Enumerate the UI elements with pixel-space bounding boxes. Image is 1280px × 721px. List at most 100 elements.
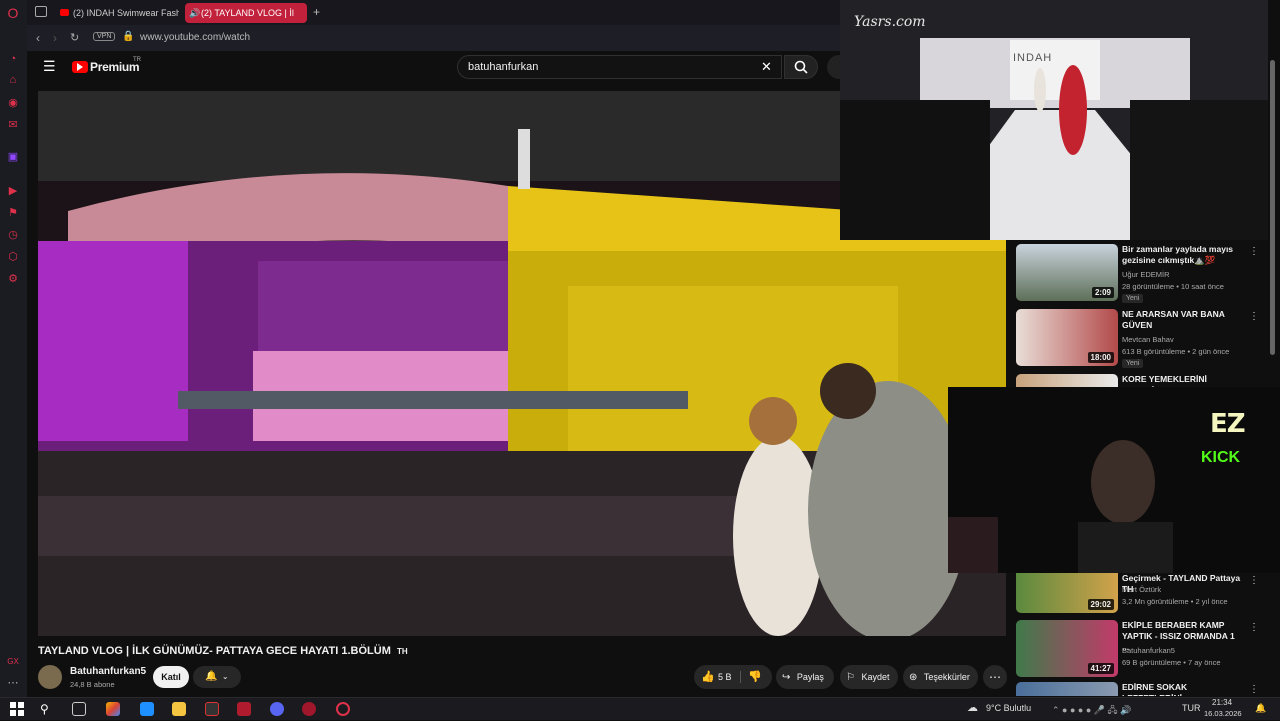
share-icon: ↪ [782, 672, 791, 683]
suggestion-channel[interactable]: Batuhanfurkan5 [1122, 646, 1252, 656]
language-indicator[interactable]: TUR [1182, 703, 1201, 713]
suggestion-channel[interactable]: Uğur EDEMİR [1122, 270, 1252, 280]
weather-icon: ☁ [967, 702, 978, 714]
more-icon[interactable]: ⋯ [6, 676, 20, 690]
suggestion-title[interactable]: Bir zamanlar yaylada mayıs gezisine cıkm… [1122, 244, 1244, 266]
clear-search-icon[interactable]: ✕ [761, 56, 772, 78]
channel-avatar[interactable] [38, 665, 62, 689]
stream-app-icon[interactable] [205, 702, 219, 716]
runway-watermark: Yasrs.com [854, 14, 926, 30]
suggestion-thumbnail[interactable] [1016, 682, 1118, 696]
bag-icon[interactable]: ⌂ [6, 73, 20, 87]
suggestion-title[interactable]: EDİRNE SOKAK LEZZETLERİNİ [1122, 682, 1244, 696]
more-actions-button[interactable]: ⋯ [983, 665, 1007, 689]
share-button[interactable]: ↪ Paylaş [776, 665, 834, 689]
suggestion-thumbnail[interactable]: 29:02 [1016, 573, 1118, 613]
task-view-icon[interactable] [72, 702, 86, 716]
suggestion-title[interactable]: NE ARARSAN VAR BANA GÜVEN [1122, 309, 1244, 331]
more-options-icon[interactable]: ⋮ [1249, 246, 1259, 257]
suggestion-stats: 69 B görüntüleme • 7 ay önce [1122, 658, 1221, 667]
reload-icon[interactable]: ↻ [70, 31, 79, 44]
history-icon[interactable]: ◷ [6, 228, 20, 242]
page-scrollbar[interactable] [1270, 60, 1275, 355]
suggestion-thumbnail[interactable]: 41:27 [1016, 620, 1118, 677]
youtube-logo-icon[interactable] [72, 61, 88, 73]
address-bar: ‹ › ↻ VPN 🔒 www.youtube.com/watch [27, 25, 840, 51]
suggestion-stats: 3,2 Mn görüntüleme • 2 yıl önce [1122, 597, 1228, 606]
back-icon[interactable]: ‹ [36, 31, 40, 45]
save-button[interactable]: ⚐ Kaydet [840, 665, 898, 689]
suggestion-item[interactable]: EDİRNE SOKAK LEZZETLERİNİ ⋮ [1016, 682, 1266, 696]
suggestion-thumbnail[interactable] [1016, 374, 1118, 387]
more-options-icon[interactable]: ⋮ [1249, 311, 1259, 322]
tab-indah[interactable]: (2) INDAH Swimwear Fash [57, 3, 179, 23]
play-triangle-icon [77, 63, 83, 71]
opera-icon[interactable] [336, 702, 350, 716]
weather-text[interactable]: 9°C Bulutlu [986, 703, 1031, 713]
player-icon[interactable]: ▶ [6, 184, 20, 198]
search-button[interactable] [784, 55, 818, 79]
subscriber-count: 24,8 B abone [70, 680, 115, 689]
like-dislike-group: 👍 5 B 👎 [694, 665, 772, 689]
tab-label: (2) TAYLAND VLOG | İl [201, 8, 294, 18]
more-options-icon[interactable]: ⋮ [1249, 622, 1259, 633]
settings-icon[interactable]: ⚙ [6, 272, 20, 286]
bookmark-icon[interactable]: ⚑ [6, 206, 20, 220]
clock-date[interactable]: 16.03.2026 [1204, 709, 1242, 718]
search-taskbar-icon[interactable]: ⚲ [40, 702, 54, 716]
subscribed-notification-button[interactable]: 🔔 ⌄ [193, 666, 241, 688]
opera-sidebar: O ◔ ⌂ ◉ ✉ ▣ ▶ ⚑ ◷ ⬡ ⚙ GX ⋯ [0, 0, 27, 697]
opera-gx-icon[interactable] [302, 702, 316, 716]
suggestion-item[interactable]: 18:00 NE ARARSAN VAR BANA GÜVEN Mevtcan … [1016, 309, 1266, 371]
new-tab-button[interactable]: + [313, 5, 320, 19]
tab-label: (2) INDAH Swimwear Fash [73, 8, 179, 18]
tray-icons[interactable]: ⌃ ● ● ● ● 🎤 🖧 🔊 [1052, 703, 1131, 719]
suggestion-channel[interactable]: Mert Öztürk [1122, 585, 1252, 595]
chevron-down-icon: ⌄ [221, 672, 229, 681]
join-button[interactable]: Katıl [153, 666, 189, 688]
like-icon[interactable]: 👍 [701, 665, 715, 689]
opera-logo-icon[interactable]: O [6, 6, 20, 20]
suggestion-thumbnail[interactable]: 2:09 [1016, 244, 1118, 301]
menu-icon[interactable]: ☰ [43, 58, 56, 75]
suggestion-item[interactable]: 29:02 Geçirmek - TAYLAND Pattaya TH Mert… [1016, 573, 1266, 615]
forward-icon[interactable]: › [53, 31, 57, 45]
messenger-icon[interactable]: ◉ [6, 96, 20, 110]
runway-brand: INDAH [1013, 52, 1053, 64]
edge-icon[interactable] [140, 702, 154, 716]
search-input[interactable]: batuhanfurkan ✕ [457, 55, 782, 79]
suggestion-title[interactable]: KORE YEMEKLERİNİ DENEDİK [1122, 374, 1244, 387]
dislike-icon[interactable]: 👎 [748, 665, 762, 689]
clock-time[interactable]: 21:34 [1212, 698, 1232, 707]
country-code: TR [133, 57, 141, 63]
voice-app-icon[interactable] [237, 702, 251, 716]
bell-icon: 🔔 [205, 671, 218, 682]
suggestion-item[interactable]: 2:09 Bir zamanlar yaylada mayıs gezisine… [1016, 244, 1266, 306]
suggestion-channel[interactable]: Mevtcan Bahav [1122, 335, 1252, 345]
aria-icon[interactable]: ◔ [6, 52, 20, 66]
workspaces-icon[interactable] [35, 6, 47, 17]
suggestion-item[interactable]: 41:27 EKİPLE BERABER KAMP YAPTIK - ISSIZ… [1016, 620, 1266, 680]
copilot-icon[interactable] [106, 702, 120, 716]
notification-icon[interactable]: 🔔 [1255, 703, 1266, 714]
like-count[interactable]: 5 B [718, 665, 732, 689]
mail-icon[interactable]: ✉ [6, 118, 20, 132]
cube-icon[interactable]: ⬡ [6, 250, 20, 264]
new-badge: Yeni [1122, 294, 1144, 303]
windows-start-icon[interactable] [10, 702, 24, 716]
suggestion-item[interactable]: KORE YEMEKLERİNİ DENEDİK [1016, 374, 1266, 387]
url-field[interactable]: www.youtube.com/watch [140, 32, 250, 43]
tab-tayland-vlog[interactable]: 🔊 (2) TAYLAND VLOG | İl [185, 3, 307, 23]
more-options-icon[interactable]: ⋮ [1249, 575, 1259, 586]
windows-logo-icon [10, 702, 24, 716]
thanks-button[interactable]: ⊛ Teşekkürler [903, 665, 978, 689]
discord-icon[interactable] [270, 702, 284, 716]
kick-logo: KICK [1201, 449, 1241, 466]
gx-icon[interactable]: GX [6, 655, 20, 669]
vpn-badge[interactable]: VPN [93, 32, 116, 41]
more-options-icon[interactable]: ⋮ [1249, 684, 1259, 695]
suggestion-thumbnail[interactable]: 18:00 [1016, 309, 1118, 366]
channel-name[interactable]: Batuhanfurkan5 [70, 666, 146, 677]
file-explorer-icon[interactable] [172, 702, 186, 716]
twitch-icon[interactable]: ▣ [6, 150, 20, 164]
